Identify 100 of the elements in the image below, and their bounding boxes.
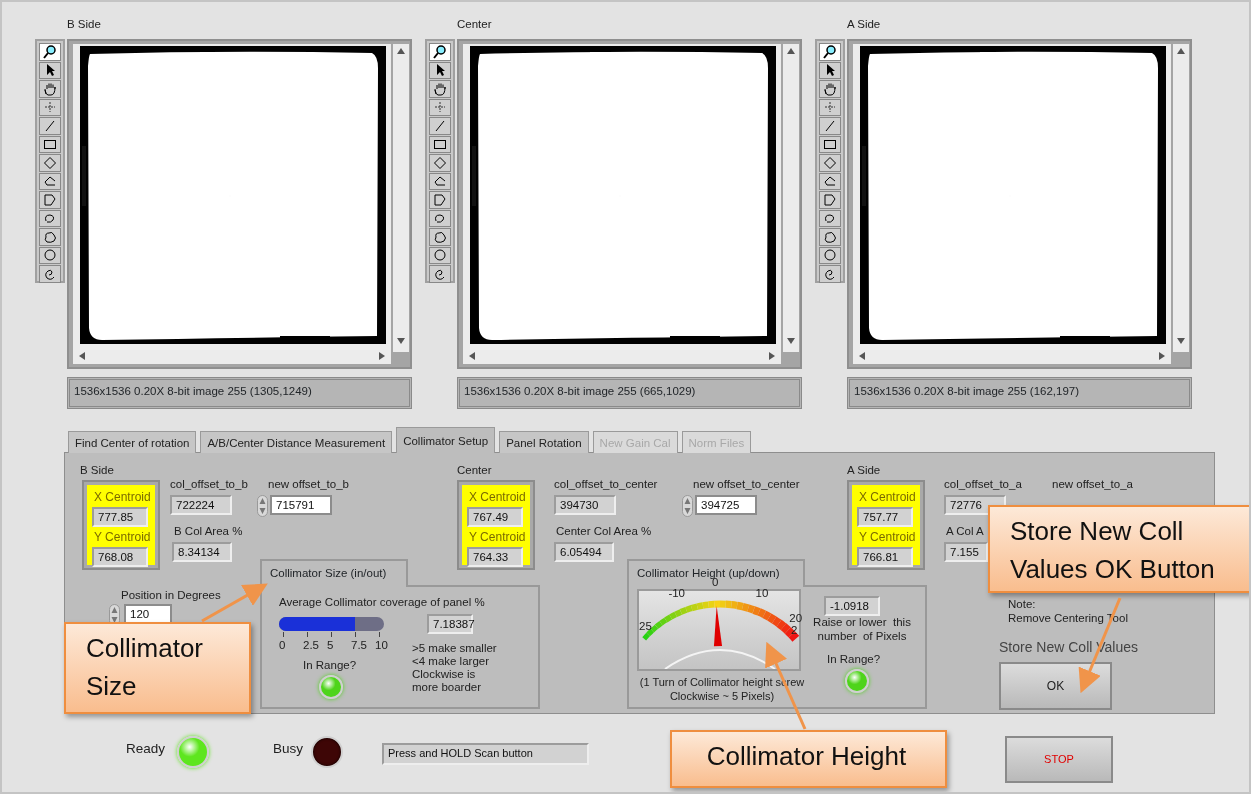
tool-button[interactable]: [429, 172, 451, 190]
readout-field: 766.81: [857, 547, 913, 567]
tool-button[interactable]: [39, 61, 61, 79]
tool-button[interactable]: [819, 135, 841, 153]
number-input[interactable]: 120: [124, 604, 172, 624]
tool-button[interactable]: [39, 209, 61, 227]
light-label: Ready: [126, 741, 166, 758]
scroll-right-icon[interactable]: [1159, 352, 1165, 360]
tool-button[interactable]: [429, 246, 451, 264]
tool-button[interactable]: [429, 43, 451, 61]
polygon-icon: [42, 191, 58, 208]
scrollbar[interactable]: [73, 348, 391, 364]
tool-button[interactable]: [819, 43, 841, 61]
tab[interactable]: Panel Rotation: [499, 431, 589, 453]
scroll-down-icon[interactable]: [397, 338, 405, 344]
readout-field: 394730: [554, 495, 616, 515]
diamond-icon: [432, 154, 448, 171]
tab[interactable]: Collimator Setup: [396, 427, 496, 453]
display-title: Center: [457, 18, 492, 32]
tool-button[interactable]: [819, 246, 841, 264]
scrollbar[interactable]: [853, 348, 1171, 364]
readout-field: 8.34134: [172, 542, 232, 562]
tab[interactable]: Find Center of rotation: [68, 431, 197, 453]
spin-buttons[interactable]: [257, 493, 268, 515]
tool-button[interactable]: [819, 228, 841, 246]
readout-field: 6.05494: [554, 542, 614, 562]
callout-box: Collimator Size: [64, 622, 251, 714]
scrollbar[interactable]: [783, 44, 799, 352]
number-input[interactable]: 715791: [270, 495, 332, 515]
zoom-icon: [432, 43, 448, 60]
tool-button[interactable]: [819, 209, 841, 227]
field-label: new offset_to_b: [268, 478, 349, 492]
spin-buttons[interactable]: [682, 493, 693, 515]
scroll-right-icon[interactable]: [379, 352, 385, 360]
scroll-down-icon[interactable]: [787, 338, 795, 344]
gauge-tick-label: -10: [668, 586, 685, 601]
scroll-up-icon[interactable]: [397, 48, 405, 54]
tool-button[interactable]: [39, 80, 61, 98]
ok-button[interactable]: OK: [999, 662, 1112, 710]
readout-field: -1.0918: [824, 596, 880, 616]
tool-button[interactable]: [429, 265, 451, 283]
note-text: >5 make smaller: [412, 642, 497, 656]
tool-button[interactable]: [429, 135, 451, 153]
scrollbar[interactable]: [393, 44, 409, 352]
tool-button[interactable]: [429, 209, 451, 227]
tool-button[interactable]: [39, 172, 61, 190]
image-status-bar: 1536x1536 0.20X 8-bit image 255 (1305,1249): [67, 377, 412, 409]
callout-box: Collimator Height: [670, 730, 947, 788]
tool-button[interactable]: [819, 172, 841, 190]
tool-button[interactable]: [429, 228, 451, 246]
diamond-icon: [822, 154, 838, 171]
gauge-tick-label: 20: [789, 611, 803, 626]
tool-button[interactable]: [819, 80, 841, 98]
field-label: X Centroid: [94, 490, 151, 505]
scale-label: 7.5: [351, 639, 367, 653]
tool-button[interactable]: [39, 246, 61, 264]
note-text: <4 make larger: [412, 655, 490, 669]
gauge-tick-label: 2: [791, 624, 798, 638]
scroll-up-icon[interactable]: [787, 48, 795, 54]
field-label: col_offset_to_b: [170, 478, 248, 492]
circle-icon: [42, 247, 58, 264]
tool-button[interactable]: [429, 61, 451, 79]
tool-button[interactable]: [819, 265, 841, 283]
readout-field: 767.49: [467, 507, 523, 527]
scrollbar[interactable]: [463, 348, 781, 364]
field-label: Y Centroid: [469, 530, 526, 545]
tool-button[interactable]: [39, 135, 61, 153]
zoom-icon: [42, 43, 58, 60]
field-label: In Range?: [303, 659, 357, 673]
tool-button[interactable]: [39, 228, 61, 246]
field-label: new offset_to_center: [693, 478, 800, 492]
number-input[interactable]: 394725: [695, 495, 757, 515]
scroll-left-icon[interactable]: [79, 352, 85, 360]
scroll-up-icon[interactable]: [1177, 48, 1185, 54]
note-text: Clockwise is: [412, 668, 476, 682]
polygon-icon: [822, 191, 838, 208]
callout-box: Store New Coll Values OK Button: [988, 505, 1249, 593]
tool-button[interactable]: [429, 80, 451, 98]
tool-button[interactable]: [39, 265, 61, 283]
scroll-left-icon[interactable]: [859, 352, 865, 360]
image-status-bar: 1536x1536 0.20X 8-bit image 255 (665,1029): [457, 377, 802, 409]
field-label: Y Centroid: [859, 530, 916, 545]
message-field: Press and HOLD Scan button: [382, 743, 589, 765]
readout-field: 777.85: [92, 507, 148, 527]
display-title: B Side: [67, 18, 101, 32]
scroll-right-icon[interactable]: [769, 352, 775, 360]
tab[interactable]: A/B/Center Distance Measurement: [200, 431, 393, 453]
tool-button[interactable]: [39, 43, 61, 61]
group-label: Center: [457, 464, 492, 478]
field-label: Y Centroid: [94, 530, 151, 545]
scrollbar[interactable]: [1173, 44, 1189, 352]
readout-field: 768.08: [92, 547, 148, 567]
readout-field: 7.155: [944, 542, 988, 562]
tool-button[interactable]: [819, 61, 841, 79]
hint-text: Raise or lower this number of Pixels: [812, 616, 912, 644]
field-label: new offset_to_a: [1052, 478, 1133, 492]
gauge-tick-label: 25: [639, 619, 652, 634]
scroll-left-icon[interactable]: [469, 352, 475, 360]
scroll-down-icon[interactable]: [1177, 338, 1185, 344]
field-label: Position in Degrees: [121, 589, 221, 603]
